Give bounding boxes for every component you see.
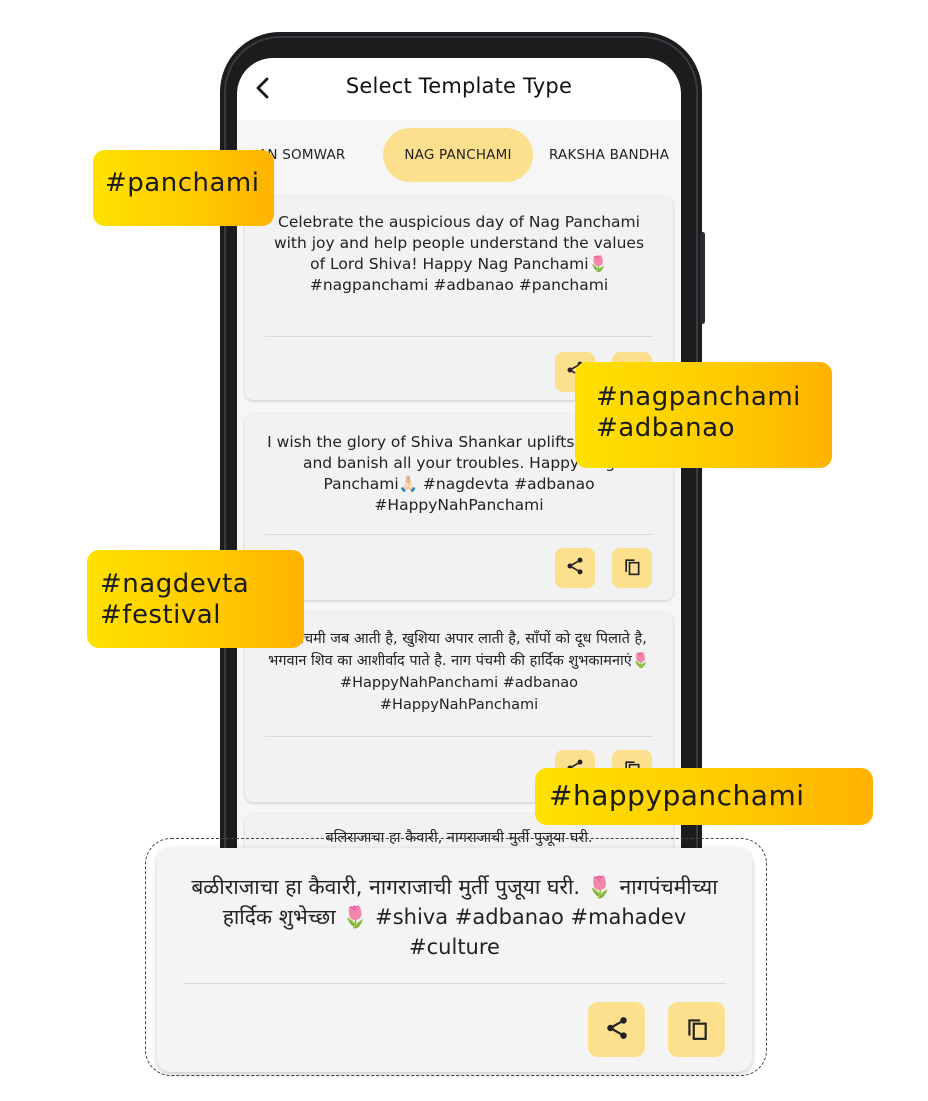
share-icon — [565, 556, 585, 580]
template-card-zoomed: बळीराजाचा हा कैवारी, नागराजाची मुर्ती पु… — [157, 848, 752, 1072]
tab-nag-panchami[interactable]: NAG PANCHAMI — [383, 128, 533, 182]
app-header: Select Template Type — [237, 58, 681, 118]
card-divider — [265, 534, 653, 535]
copy-button[interactable] — [612, 548, 652, 588]
hashtag-tag-nagdevta: #nagdevta #festival — [87, 550, 304, 648]
share-button[interactable] — [555, 548, 595, 588]
template-text: नाग पंचमी जब आती है, खुशिया अपार लाती है… — [268, 631, 650, 713]
share-button[interactable] — [588, 1002, 645, 1057]
phone-side-button — [700, 232, 705, 324]
card-divider — [265, 736, 653, 737]
copy-icon — [684, 1015, 710, 1045]
share-icon — [604, 1015, 630, 1045]
page-title: Select Template Type — [345, 74, 573, 98]
hashtag-tag-panchami: #panchami — [93, 150, 274, 226]
copy-icon — [622, 556, 642, 580]
hashtag-tag-nagpanchami: #nagpanchami #adbanao — [575, 362, 832, 468]
tab-raksha-bandhan[interactable]: RAKSHA BANDHA — [549, 128, 669, 182]
copy-button[interactable] — [668, 1002, 725, 1057]
hashtag-tag-happypanchami: #happypanchami — [535, 768, 873, 825]
card-divider — [265, 336, 653, 337]
template-text: Celebrate the auspicious day of Nag Panc… — [273, 213, 645, 294]
template-type-tabs: AN SOMWAR NAG PANCHAMI RAKSHA BANDHA — [237, 120, 681, 184]
card-divider — [183, 983, 726, 984]
template-text: बळीराजाचा हा कैवारी, नागराजाची मुर्ती पु… — [191, 875, 718, 959]
